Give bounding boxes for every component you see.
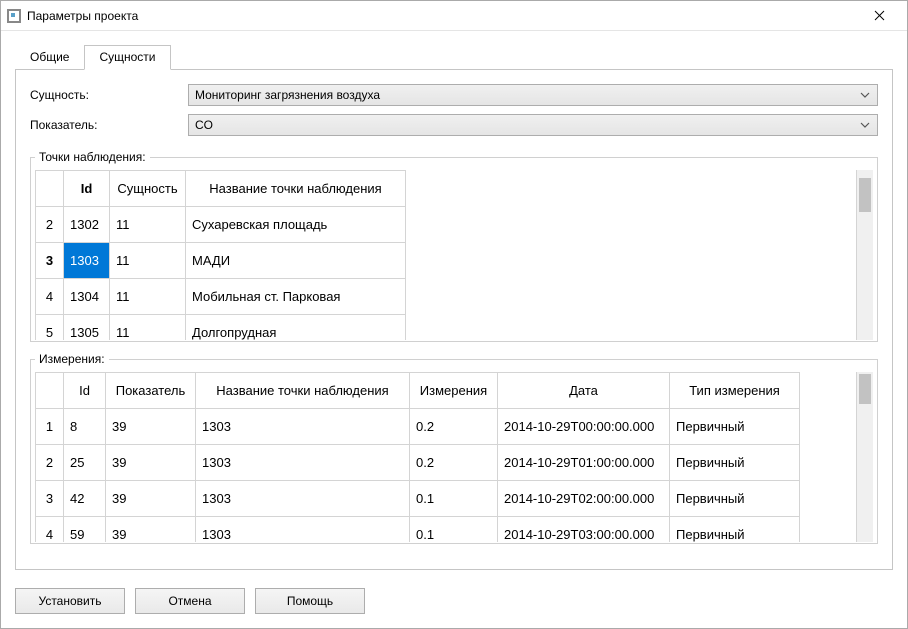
col-id[interactable]: Id <box>64 171 110 207</box>
tab-entities[interactable]: Сущности <box>84 45 170 70</box>
cell[interactable]: 1303 <box>196 481 410 517</box>
row-entity: Сущность: Мониторинг загрязнения воздуха <box>30 84 878 106</box>
cell[interactable]: 59 <box>64 517 106 543</box>
help-button[interactable]: Помощь <box>255 588 365 614</box>
table-row[interactable]: 3130311МАДИ <box>36 243 406 279</box>
col-point[interactable]: Название точки наблюдения <box>196 373 410 409</box>
cell[interactable]: 1303 <box>64 243 110 279</box>
cell[interactable]: 1305 <box>64 315 110 341</box>
close-button[interactable] <box>859 2 899 30</box>
cell[interactable]: Первичный <box>670 481 800 517</box>
cell[interactable]: 2014-10-29T02:00:00.000 <box>498 481 670 517</box>
table-row[interactable]: 2130211Сухаревская площадь <box>36 207 406 243</box>
cell[interactable]: 4 <box>36 279 64 315</box>
cell[interactable]: Первичный <box>670 409 800 445</box>
tab-general[interactable]: Общие <box>15 45 84 70</box>
cell[interactable]: 2014-10-29T00:00:00.000 <box>498 409 670 445</box>
cell[interactable]: МАДИ <box>186 243 406 279</box>
combo-measure-value: CO <box>195 118 857 132</box>
cell[interactable]: 0.1 <box>410 517 498 543</box>
chevron-down-icon <box>857 90 873 100</box>
cell[interactable]: 0.2 <box>410 445 498 481</box>
cell[interactable]: 2 <box>36 207 64 243</box>
cell[interactable]: 1304 <box>64 279 110 315</box>
table-row[interactable]: 3423913030.12014-10-29T02:00:00.000Перви… <box>36 481 800 517</box>
cell[interactable]: 1303 <box>196 409 410 445</box>
cancel-button[interactable]: Отмена <box>135 588 245 614</box>
button-bar: Установить Отмена Помощь <box>1 578 907 628</box>
cell[interactable]: 11 <box>110 243 186 279</box>
cell[interactable]: 3 <box>36 481 64 517</box>
col-rownum <box>36 373 64 409</box>
cell[interactable]: 39 <box>106 517 196 543</box>
cell[interactable]: Сухаревская площадь <box>186 207 406 243</box>
label-entity: Сущность: <box>30 88 188 102</box>
table-points[interactable]: Id Сущность Название точки наблюдения 21… <box>35 170 406 340</box>
apply-button[interactable]: Установить <box>15 588 125 614</box>
combo-entity-value: Мониторинг загрязнения воздуха <box>195 88 857 102</box>
cell[interactable]: Долгопрудная <box>186 315 406 341</box>
cell[interactable]: Мобильная ст. Парковая <box>186 279 406 315</box>
col-type[interactable]: Тип измерения <box>670 373 800 409</box>
cell[interactable]: 25 <box>64 445 106 481</box>
cell[interactable]: 1303 <box>196 445 410 481</box>
tab-bar: Общие Сущности <box>15 45 893 70</box>
combo-entity[interactable]: Мониторинг загрязнения воздуха <box>188 84 878 106</box>
scrollbar-points[interactable] <box>856 170 873 340</box>
cell[interactable]: 1302 <box>64 207 110 243</box>
col-value[interactable]: Измерения <box>410 373 498 409</box>
window-title: Параметры проекта <box>27 9 859 23</box>
cell[interactable]: 0.2 <box>410 409 498 445</box>
scrollbar-measurements[interactable] <box>856 372 873 542</box>
app-icon <box>7 9 21 23</box>
table-row[interactable]: 183913030.22014-10-29T00:00:00.000Первич… <box>36 409 800 445</box>
group-points: Точки наблюдения: Id Сущность Название т… <box>30 150 878 342</box>
titlebar: Параметры проекта <box>1 1 907 31</box>
cell[interactable]: 1303 <box>196 517 410 543</box>
legend-measurements: Измерения: <box>35 352 109 366</box>
cell[interactable]: 11 <box>110 207 186 243</box>
cell[interactable]: 42 <box>64 481 106 517</box>
cell[interactable]: Первичный <box>670 517 800 543</box>
col-entity[interactable]: Сущность <box>110 171 186 207</box>
combo-measure[interactable]: CO <box>188 114 878 136</box>
cell[interactable]: 11 <box>110 315 186 341</box>
table-measurements[interactable]: Id Показатель Название точки наблюдения … <box>35 372 800 542</box>
col-name[interactable]: Название точки наблюдения <box>186 171 406 207</box>
table-row[interactable]: 2253913030.22014-10-29T01:00:00.000Перви… <box>36 445 800 481</box>
table-row[interactable]: 4593913030.12014-10-29T03:00:00.000Перви… <box>36 517 800 543</box>
col-rownum <box>36 171 64 207</box>
cell[interactable]: 0.1 <box>410 481 498 517</box>
table-row[interactable]: 5130511Долгопрудная <box>36 315 406 341</box>
cell[interactable]: 39 <box>106 409 196 445</box>
col-indicator[interactable]: Показатель <box>106 373 196 409</box>
row-measure: Показатель: CO <box>30 114 878 136</box>
cell[interactable]: 39 <box>106 445 196 481</box>
cell[interactable]: 5 <box>36 315 64 341</box>
cell[interactable]: 1 <box>36 409 64 445</box>
cell[interactable]: 4 <box>36 517 64 543</box>
dialog-content: Общие Сущности Сущность: Мониторинг загр… <box>1 31 907 578</box>
legend-points: Точки наблюдения: <box>35 150 150 164</box>
col-date[interactable]: Дата <box>498 373 670 409</box>
table-row[interactable]: 4130411Мобильная ст. Парковая <box>36 279 406 315</box>
label-measure: Показатель: <box>30 118 188 132</box>
cell[interactable]: 2 <box>36 445 64 481</box>
cell[interactable]: 2014-10-29T03:00:00.000 <box>498 517 670 543</box>
dialog-window: Параметры проекта Общие Сущности Сущност… <box>0 0 908 629</box>
chevron-down-icon <box>857 120 873 130</box>
cell[interactable]: Первичный <box>670 445 800 481</box>
tab-panel-entities: Сущность: Мониторинг загрязнения воздуха… <box>15 69 893 570</box>
close-icon <box>874 10 885 21</box>
cell[interactable]: 39 <box>106 481 196 517</box>
col-id[interactable]: Id <box>64 373 106 409</box>
group-measurements: Измерения: Id Показатель Название точки … <box>30 352 878 544</box>
cell[interactable]: 2014-10-29T01:00:00.000 <box>498 445 670 481</box>
cell[interactable]: 8 <box>64 409 106 445</box>
cell[interactable]: 3 <box>36 243 64 279</box>
cell[interactable]: 11 <box>110 279 186 315</box>
